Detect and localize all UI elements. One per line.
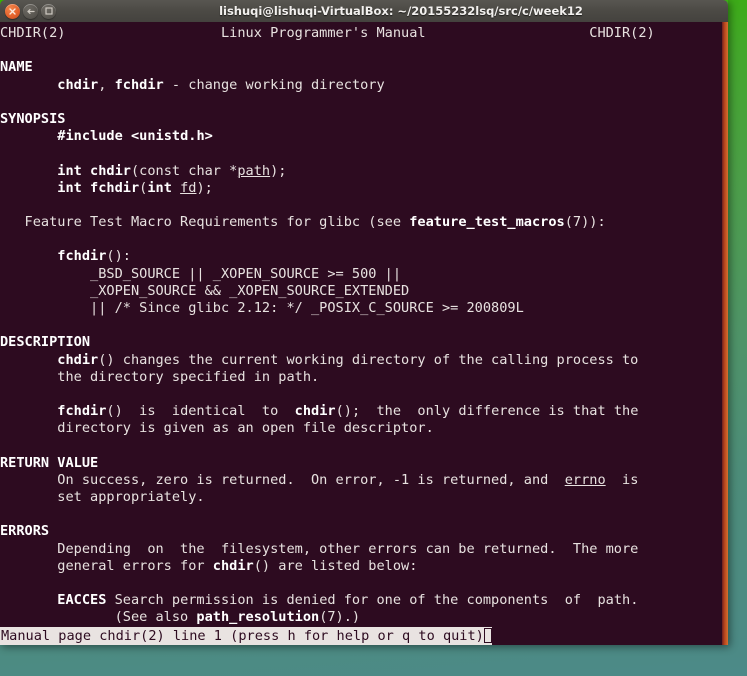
terminal-line: SYNOPSIS bbox=[0, 110, 66, 127]
minimize-button[interactable] bbox=[23, 3, 38, 19]
terminal-line: Feature Test Macro Requirements for glib… bbox=[0, 214, 606, 231]
terminal-line: (See also path_resolution(7).) bbox=[0, 609, 361, 626]
window-titlebar[interactable]: lishuqi@lishuqi-VirtualBox: ~/20155232ls… bbox=[0, 0, 728, 22]
close-button[interactable] bbox=[5, 3, 20, 19]
terminal-screen[interactable]: CHDIR(2) Linux Programmer's Manual CHDIR… bbox=[0, 22, 722, 645]
terminal-line: ERRORS bbox=[0, 523, 50, 540]
terminal-line: _XOPEN_SOURCE && _XOPEN_SOURCE_EXTENDED bbox=[0, 282, 410, 299]
terminal-line: fchdir(): bbox=[57, 248, 131, 265]
terminal-body[interactable]: CHDIR(2) Linux Programmer's Manual CHDIR… bbox=[0, 22, 728, 645]
pager-status-text: Manual page chdir(2) line 1 (press h for… bbox=[1, 628, 484, 644]
window-title: lishuqi@lishuqi-VirtualBox: ~/20155232ls… bbox=[219, 4, 583, 18]
terminal-line: chdir, fchdir - change working directory bbox=[57, 76, 385, 93]
terminal-scrollbar[interactable] bbox=[722, 22, 728, 645]
terminal-line: CHDIR(2) Linux Programmer's Manual CHDIR… bbox=[0, 25, 655, 41]
window-controls bbox=[0, 3, 56, 19]
terminal-line: _BSD_SOURCE || _XOPEN_SOURCE >= 500 || bbox=[0, 265, 402, 282]
terminal-line: chdir() changes the current working dire… bbox=[57, 351, 639, 368]
maximize-icon bbox=[44, 7, 53, 15]
terminal-line: DESCRIPTION bbox=[0, 334, 91, 351]
terminal-line: the directory specified in path. bbox=[0, 368, 320, 385]
minimize-icon bbox=[26, 8, 35, 14]
terminal-line: general errors for chdir() are listed be… bbox=[0, 557, 418, 574]
terminal-line: fchdir() is identical to chdir(); the on… bbox=[57, 403, 639, 420]
terminal-line: On success, zero is returned. On error, … bbox=[0, 471, 639, 488]
terminal-line: EACCES Search permission is denied for o… bbox=[57, 592, 639, 609]
man-page-content: CHDIR(2) Linux Programmer's Manual CHDIR… bbox=[0, 25, 722, 627]
terminal-line: Depending on the filesystem, other error… bbox=[0, 540, 639, 557]
maximize-button[interactable] bbox=[41, 3, 56, 19]
desktop-background: lishuqi@lishuqi-VirtualBox: ~/20155232ls… bbox=[0, 0, 747, 676]
terminal-line: #include <unistd.h> bbox=[57, 128, 213, 145]
terminal-line: RETURN VALUE bbox=[0, 454, 99, 471]
terminal-line: || /* Since glibc 2.12: */ _POSIX_C_SOUR… bbox=[0, 300, 524, 316]
scrollbar-thumb[interactable] bbox=[722, 22, 728, 645]
close-icon bbox=[9, 7, 16, 15]
terminal-line: set appropriately. bbox=[0, 489, 205, 506]
terminal-line: directory is given as an open file descr… bbox=[0, 420, 434, 437]
pager-status-bar: Manual page chdir(2) line 1 (press h for… bbox=[0, 627, 492, 645]
terminal-line: int fchdir(int fd); bbox=[57, 179, 213, 196]
text-cursor bbox=[483, 628, 492, 643]
terminal-line: int chdir(const char *path); bbox=[57, 162, 287, 179]
terminal-line: NAME bbox=[0, 59, 33, 76]
terminal-window[interactable]: lishuqi@lishuqi-VirtualBox: ~/20155232ls… bbox=[0, 0, 728, 645]
